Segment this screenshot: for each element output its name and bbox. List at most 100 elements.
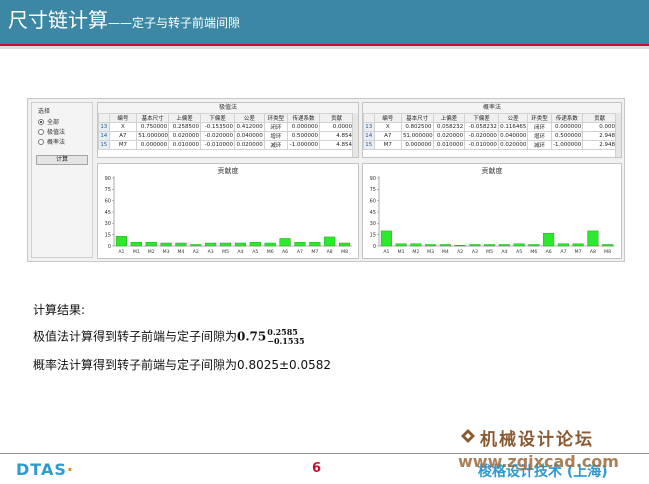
- x-tick-label: A4: [237, 249, 243, 255]
- probability-contribution-chart-panel: 贡献度 0 15 30 45 60 75 90 A1 M1 M2 M3 M4 A2 A3 M5 A4 A5 M6 A…: [362, 163, 622, 259]
- table-cell: X: [373, 122, 402, 132]
- bar: [469, 244, 481, 247]
- bar: [498, 244, 510, 247]
- radio-all[interactable]: 全部: [38, 117, 59, 126]
- x-tick-label: M8: [604, 249, 611, 255]
- column-header[interactable]: 上偏差: [168, 113, 201, 123]
- table-cell: M7: [373, 140, 402, 150]
- table-cell: -1.000000: [287, 140, 320, 150]
- x-tick-label: M6: [530, 249, 537, 255]
- row-number: 14: [363, 131, 375, 141]
- column-header[interactable]: 环类型: [263, 113, 289, 123]
- x-tick-label: A5: [252, 249, 258, 255]
- lower-deviation: −0.1535: [267, 336, 305, 346]
- bar: [439, 244, 451, 247]
- chart-title: 贡献度: [217, 167, 239, 175]
- radio-dot: [38, 138, 44, 145]
- table-scrollbar[interactable]: [615, 113, 621, 157]
- table-row[interactable]: 15 M7 0.000000 0.010000 -0.010000 0.020000 减环 -…: [98, 140, 354, 150]
- y-tick-label: 30: [105, 221, 111, 227]
- bar: [130, 242, 142, 247]
- x-tick-label: M7: [575, 249, 582, 255]
- bar: [380, 230, 392, 247]
- column-header[interactable]: 上偏差: [432, 113, 466, 123]
- x-tick-label: A1: [118, 249, 124, 255]
- probability-contribution-chart: 0 15 30 45 60 75 90 A1 M1 M2 M3 M4 A2 A3 M5 A4 A5 M6 A6 A7 M…: [370, 176, 615, 255]
- bar: [175, 242, 187, 247]
- table-cell: 0.500000: [287, 131, 320, 141]
- table-corner: [98, 113, 110, 123]
- radio-label: 概率法: [47, 139, 66, 146]
- chart-title: 贡献度: [481, 167, 503, 175]
- table-cell: 0.000000: [136, 140, 170, 150]
- y-tick-label: 75: [370, 187, 376, 193]
- column-header[interactable]: 贡献: [319, 113, 354, 123]
- table-cell: 0.040000: [234, 131, 265, 141]
- software-window: 选择 全部 极值法 概率法 计算 极值法 编号 基本尺寸 上偏差 下偏差 公差 环类型 传递…: [27, 98, 625, 262]
- radio-extreme[interactable]: 极值法: [38, 127, 65, 136]
- title-main: 尺寸链计算: [8, 8, 108, 32]
- x-tick-label: M8: [341, 249, 348, 255]
- column-header[interactable]: 下偏差: [464, 113, 499, 123]
- bar: [572, 243, 584, 247]
- table-scrollbar[interactable]: [352, 113, 358, 157]
- table-cell: 减环: [263, 140, 289, 150]
- x-tick-label: M5: [222, 249, 229, 255]
- row-number: 15: [98, 140, 110, 150]
- slide-title: 尺寸链计算——定子与转子前端间隙: [8, 8, 240, 35]
- bar: [339, 242, 351, 247]
- column-header[interactable]: 传递系数: [287, 113, 320, 123]
- radio-probability[interactable]: 概率法: [38, 137, 65, 146]
- column-header[interactable]: 基本尺寸: [400, 113, 434, 123]
- bar: [395, 243, 407, 247]
- column-header[interactable]: 公差: [234, 113, 265, 123]
- slide: 尺寸链计算——定子与转子前端间隙 选择 全部 极值法 概率法 计算 极值法 编号…: [0, 0, 649, 484]
- extreme-table: 编号 基本尺寸 上偏差 下偏差 公差 环类型 传递系数 贡献 13 X 0.750000 0.2585…: [98, 113, 354, 150]
- bar: [528, 244, 540, 247]
- table-cell: A7: [373, 131, 402, 141]
- table-cell: 0.020000: [234, 140, 265, 150]
- result-extreme-tolerance: 0.2585 −0.1535: [267, 328, 304, 346]
- table-cell: 0.020000: [168, 131, 201, 141]
- column-header[interactable]: 编号: [108, 113, 138, 123]
- bar: [454, 245, 466, 247]
- y-tick-label: 45: [370, 210, 376, 216]
- table-cell: 0.010000: [168, 140, 201, 150]
- table-row[interactable]: 13 X 0.802500 0.058232 -0.058232 0.116465 闭环 0.…: [363, 122, 617, 132]
- dtas-logo: DTAS·: [16, 460, 74, 479]
- watermark-logo-icon: [461, 429, 475, 443]
- y-tick-label: 30: [370, 221, 376, 227]
- radio-dot-selected: [38, 118, 44, 125]
- table-row[interactable]: 14 A7 51.000000 0.020000 -0.020000 0.040000 增环…: [98, 131, 354, 141]
- column-header[interactable]: 编号: [373, 113, 402, 123]
- table-cell: 0.116465: [497, 122, 529, 132]
- table-cell: 0.802500: [400, 122, 434, 132]
- bar: [190, 244, 202, 247]
- column-header[interactable]: 贡献: [582, 113, 617, 123]
- table-cell: 51.000000: [400, 131, 434, 141]
- extreme-contribution-chart: 0 15 30 45 60 75 90 A1 M1 M2 M3 M4 A2 A3 M5 A4 A5 M6 A6 A7 M…: [105, 176, 352, 255]
- x-tick-label: A7: [297, 249, 303, 255]
- column-header[interactable]: 下偏差: [200, 113, 235, 123]
- table-row[interactable]: 14 A7 51.000000 0.020000 -0.020000 0.040000 增环…: [363, 131, 617, 141]
- page-number: 6: [312, 461, 322, 476]
- row-number: 13: [98, 122, 110, 132]
- table-row[interactable]: 15 M7 0.000000 0.010000 -0.010000 0.020000 减环 -…: [363, 140, 617, 150]
- table-cell: -0.020000: [200, 131, 235, 141]
- y-tick-label: 15: [370, 232, 376, 238]
- watermark-title: 机械设计论坛: [480, 430, 594, 450]
- table-row[interactable]: 13 X 0.750000 0.258500 -0.153500 0.412000 闭环 0.…: [98, 122, 354, 132]
- column-header[interactable]: 传递系数: [550, 113, 584, 123]
- column-header[interactable]: 基本尺寸: [136, 113, 170, 123]
- x-tick-label: M1: [133, 249, 140, 255]
- table-cell: 4.854: [319, 140, 354, 150]
- table-cell: 闭环: [263, 122, 289, 132]
- table-cell: 0.000: [582, 122, 617, 132]
- table-cell: 0.412000: [234, 122, 265, 132]
- column-header[interactable]: 公差: [497, 113, 529, 123]
- table-caption: 概率法: [363, 103, 621, 113]
- bar: [557, 243, 569, 247]
- calculate-button[interactable]: 计算: [36, 155, 88, 165]
- table-cell: 减环: [527, 140, 552, 150]
- column-header[interactable]: 环类型: [527, 113, 552, 123]
